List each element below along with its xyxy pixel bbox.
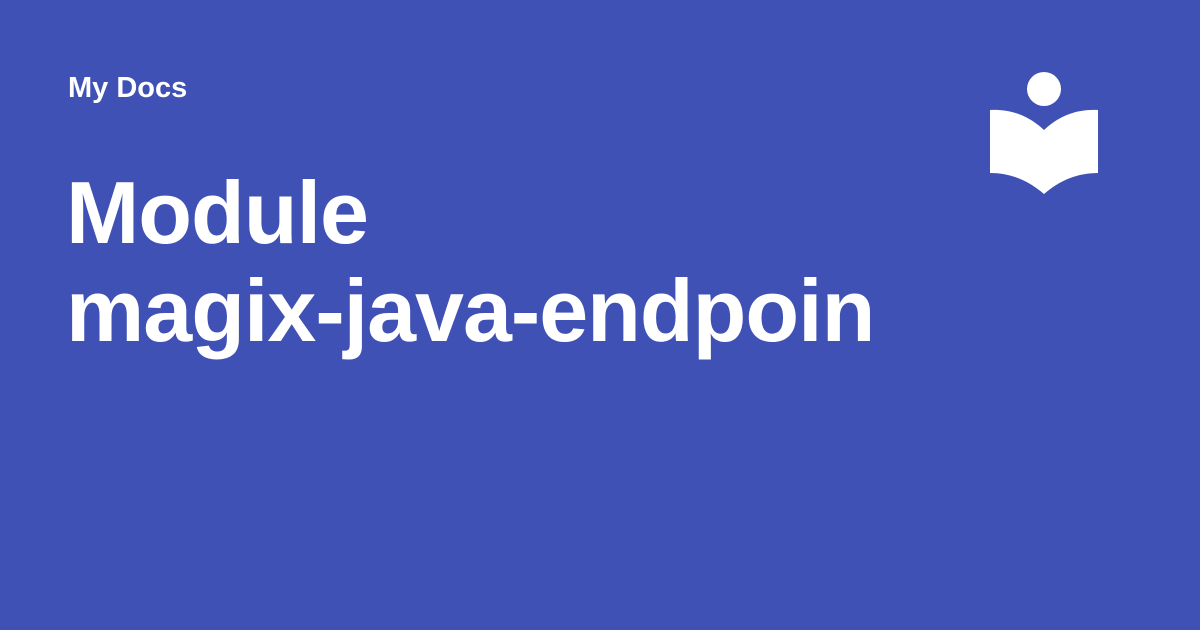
page-title: Module magix-java-endpoin	[66, 164, 966, 360]
social-card: My Docs Module magix-java-endpoin	[0, 0, 1200, 630]
page-title-line: magix-java-endpoin	[66, 261, 875, 360]
reader-book-icon	[990, 72, 1098, 196]
site-name: My Docs	[68, 72, 188, 104]
reader-book-icon-graphic	[990, 72, 1098, 194]
page-title-line: Module	[66, 163, 369, 262]
